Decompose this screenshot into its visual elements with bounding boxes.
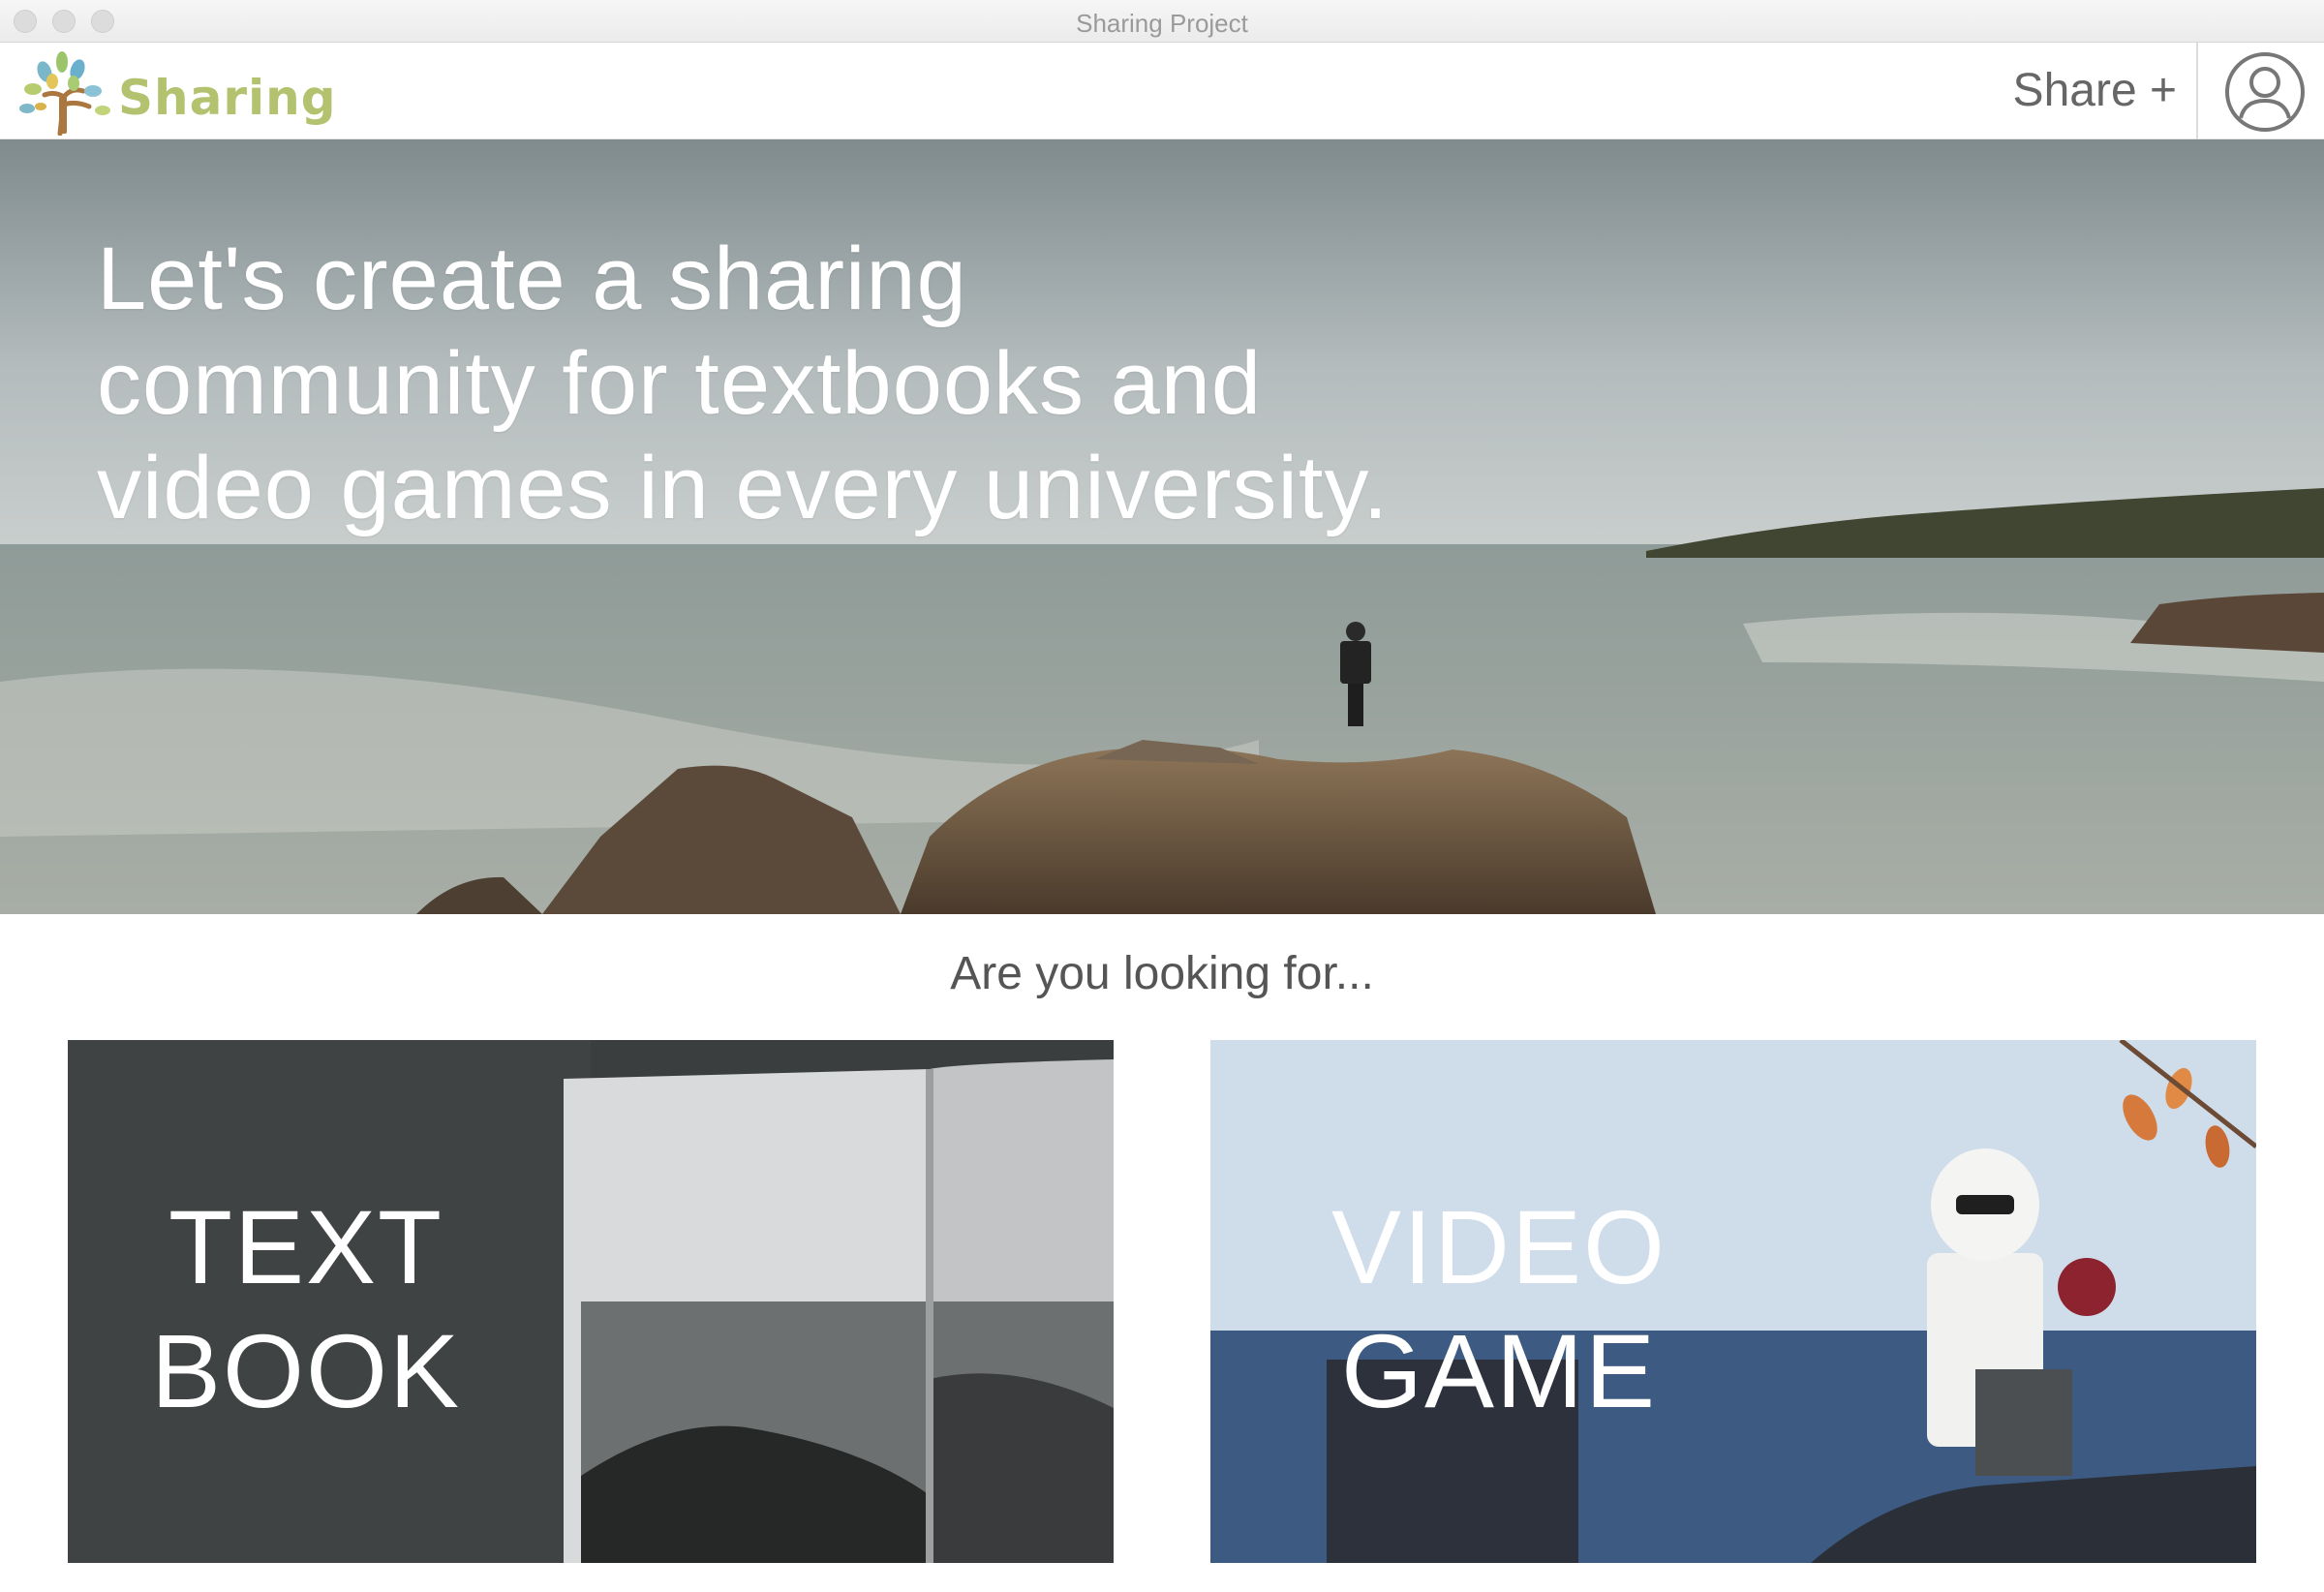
textbook-label-line-2: BOOK [151,1312,462,1429]
user-circle-icon[interactable] [2223,50,2307,134]
window-title: Sharing Project [1076,9,1248,38]
window-titlebar: Sharing Project [0,0,2324,43]
textbook-card[interactable]: TEXT BOOK [68,1040,1114,1563]
videogame-label-line-1: VIDEO [1330,1188,1667,1305]
hero-heading-line-1: Let's create a sharing [97,230,967,328]
videogame-card-label: VIDEO GAME [1325,1185,1673,1433]
hero-banner: Let's create a sharing community for tex… [0,139,2324,914]
app-header: Sharing Share + [0,43,2324,139]
videogame-card[interactable]: VIDEO GAME [1210,1040,2256,1563]
tree-logo-icon [19,51,110,136]
videogame-label-line-2: GAME [1340,1312,1658,1429]
textbook-label-line-1: TEXT [168,1188,443,1305]
hero-heading-line-2: community for textbooks and [97,334,1263,433]
looking-for-prompt: Are you looking for... [950,948,1374,999]
textbook-card-label: TEXT BOOK [151,1185,461,1433]
hero-heading: Let's create a sharing community for tex… [97,227,1549,540]
brand-name: Sharing [118,70,337,126]
hero-heading-line-3: video games in every university. [97,439,1390,537]
share-button[interactable]: Share + [2013,64,2177,117]
brand-logo[interactable]: Sharing [15,48,336,136]
header-divider [2196,43,2198,139]
